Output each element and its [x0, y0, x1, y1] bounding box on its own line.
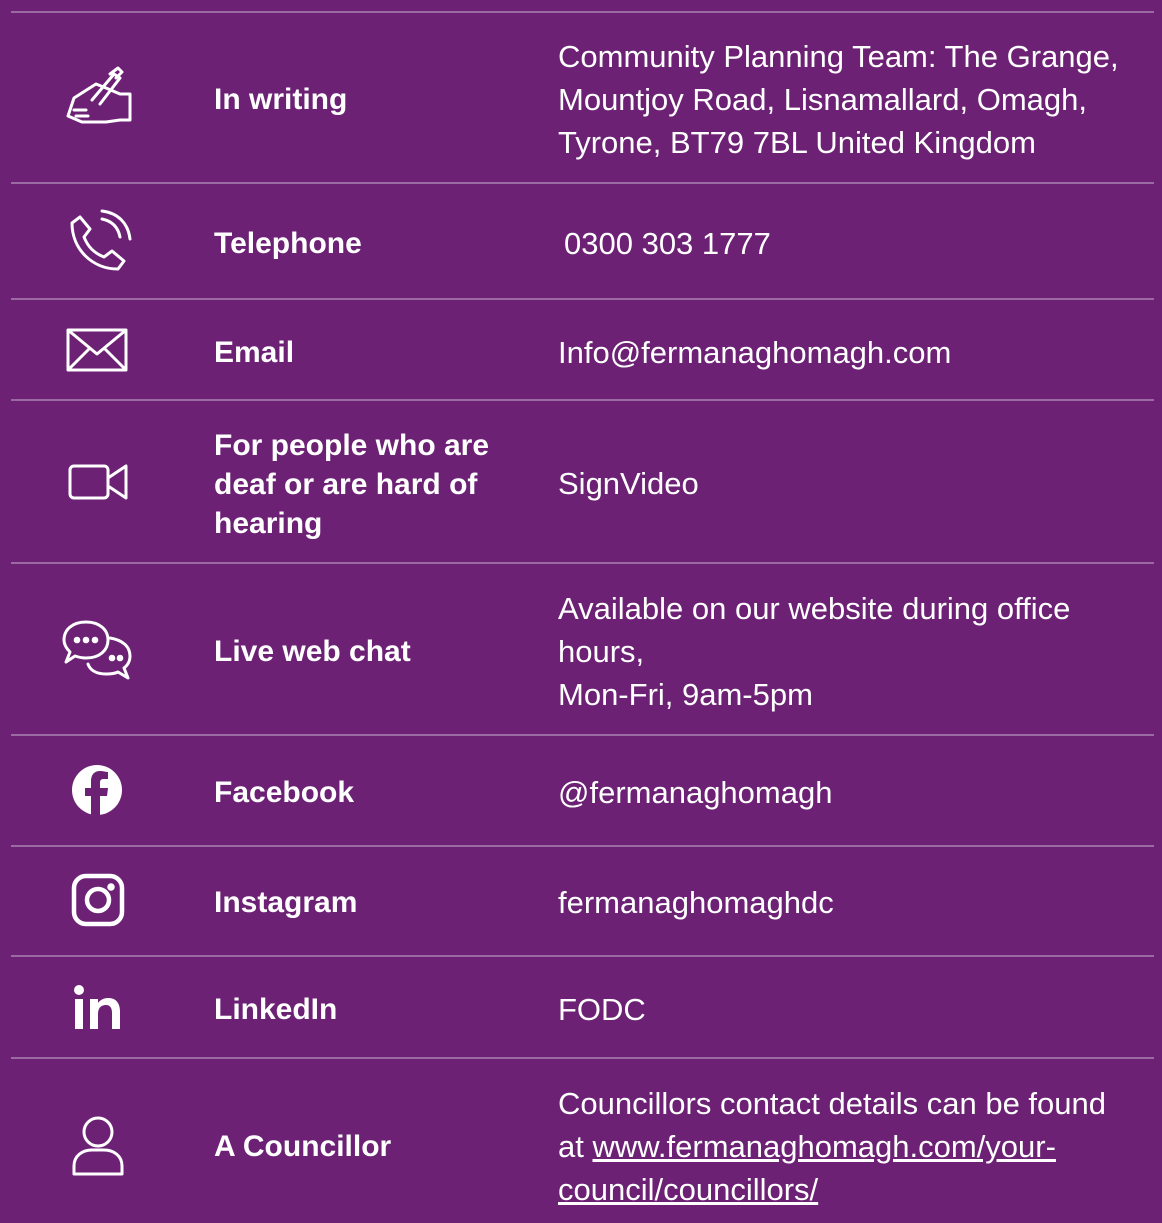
label-telephone: Telephone [214, 227, 362, 260]
label-instagram: Instagram [214, 886, 358, 919]
value-facebook[interactable]: @fermanaghomagh [558, 771, 1138, 814]
label-live-web-chat: Live web chat [214, 635, 411, 668]
councillor-link-line: at www.fermanaghomagh.com/your- [558, 1125, 1138, 1168]
chat-bubbles-icon [62, 614, 134, 686]
divider [11, 845, 1154, 847]
value-webchat: Available on our website during office h… [558, 587, 1138, 716]
video-camera-icon [62, 446, 134, 518]
divider [11, 734, 1154, 736]
webchat-line-2: hours, [558, 634, 645, 669]
webchat-line-1: Available on our website during office [558, 591, 1071, 626]
label-in-writing: In writing [214, 83, 348, 116]
divider [11, 955, 1154, 957]
councillors-link-continued[interactable]: council/councillors/ [558, 1172, 818, 1207]
label-deaf-hard-of-hearing: For people who are deaf or are hard of h… [214, 426, 514, 543]
envelope-icon [62, 314, 134, 386]
linkedin-icon [62, 972, 134, 1044]
divider [11, 182, 1154, 184]
value-councillor: Councillors contact details can be found… [558, 1082, 1138, 1211]
webchat-line-3: Mon-Fri, 9am-5pm [558, 677, 813, 712]
value-instagram[interactable]: fermanaghomaghdc [558, 881, 1138, 924]
facebook-icon [62, 754, 134, 826]
label-facebook: Facebook [214, 776, 355, 809]
divider [11, 1057, 1154, 1059]
value-email[interactable]: Info@fermanaghomagh.com [558, 331, 1138, 374]
label-line-2: deaf or are hard of [214, 468, 478, 501]
label-email: Email [214, 336, 295, 369]
councillor-link-line-2: council/councillors/ [558, 1168, 1138, 1211]
value-linkedin[interactable]: FODC [558, 988, 1138, 1031]
person-icon [62, 1110, 134, 1182]
label-linkedin: LinkedIn [214, 993, 338, 1026]
divider [11, 298, 1154, 300]
councillor-text: Councillors contact details can be found [558, 1086, 1106, 1121]
address-line-3: Tyrone, BT79 7BL United Kingdom [558, 125, 1036, 160]
value-signvideo[interactable]: SignVideo [558, 462, 1138, 505]
divider [11, 11, 1154, 13]
label-a-councillor: A Councillor [214, 1130, 392, 1163]
councillor-prefix: at [558, 1129, 593, 1164]
councillors-link[interactable]: www.fermanaghomagh.com/your- [592, 1129, 1055, 1164]
writing-hand-icon [62, 64, 134, 136]
instagram-icon [62, 864, 134, 936]
address-line-1: Community Planning Team: The Grange, [558, 39, 1119, 74]
divider [11, 399, 1154, 401]
phone-icon [62, 207, 134, 279]
label-line-1: For people who are [214, 429, 490, 462]
value-telephone: 0300 303 1777 [564, 226, 771, 261]
address-line-2: Mountjoy Road, Lisnamallard, Omagh, [558, 82, 1087, 117]
divider [11, 562, 1154, 564]
value-address: Community Planning Team: The Grange, Mou… [558, 35, 1138, 164]
label-line-3: hearing [214, 507, 323, 540]
